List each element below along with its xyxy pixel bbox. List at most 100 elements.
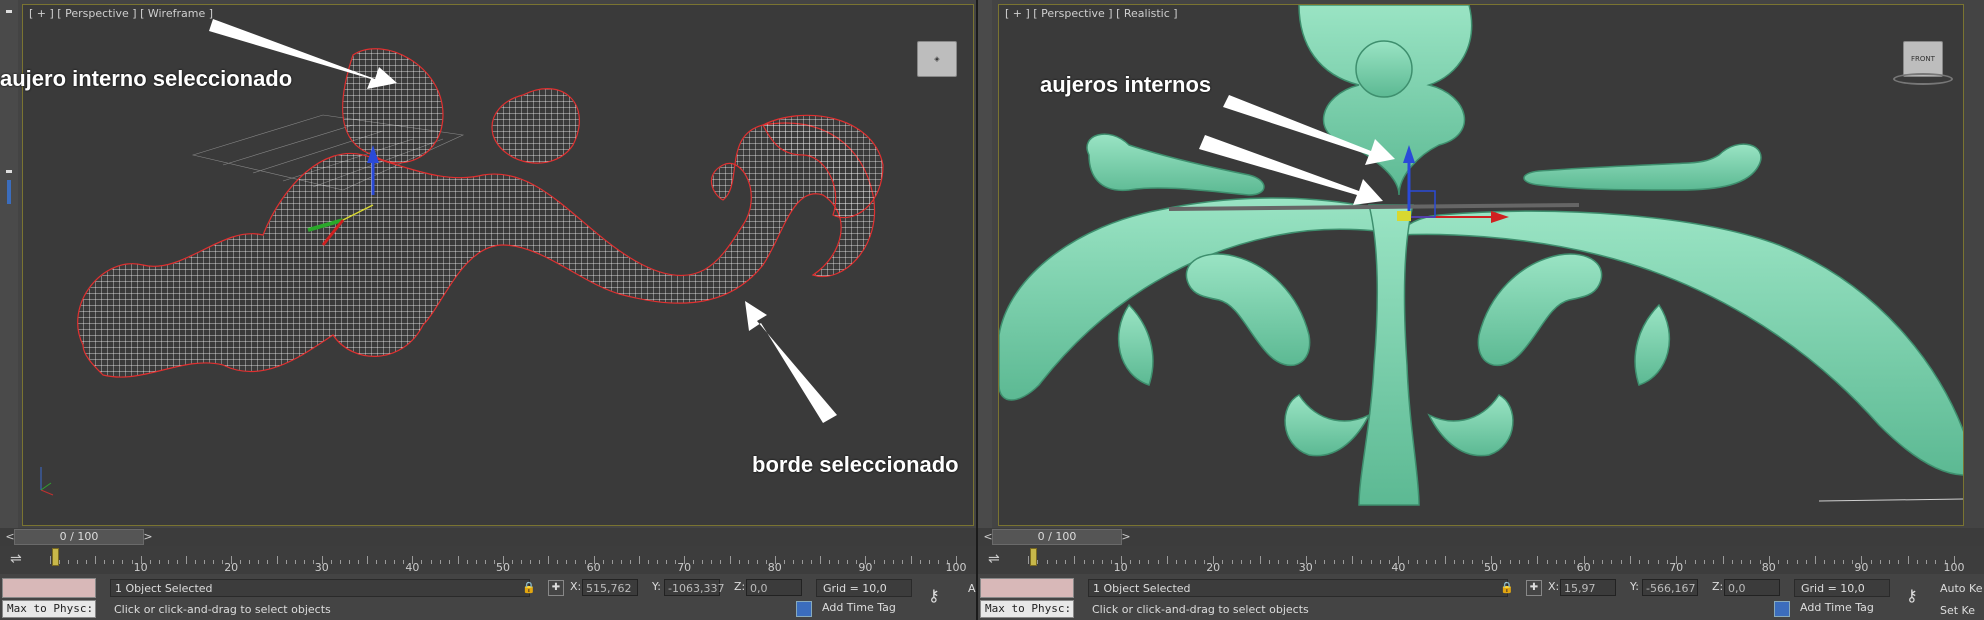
timeline-tick xyxy=(1074,556,1076,564)
timeline-tick xyxy=(765,560,767,564)
time-slider-thumb[interactable]: 0 / 100 xyxy=(14,529,144,545)
timeline-label: 50 xyxy=(496,561,510,574)
timeline-tick xyxy=(1435,560,1437,564)
time-cursor[interactable] xyxy=(52,548,59,566)
timeline-tick xyxy=(258,560,260,564)
timeline-tick xyxy=(811,560,813,564)
time-cursor[interactable] xyxy=(1030,548,1037,566)
coordinate-mode-icon[interactable]: ✚ xyxy=(1526,580,1542,596)
timeline-label: 100 xyxy=(945,561,967,574)
maxscript-listener-top[interactable] xyxy=(2,578,96,598)
timeline-label: 40 xyxy=(405,561,420,574)
timeline-tick xyxy=(1129,560,1131,564)
right-edge-toolbar xyxy=(978,0,992,530)
timeline[interactable]: ⇌ 10 20 30 40 50 60 70 80 90 100 xyxy=(0,546,976,574)
timeline-tick xyxy=(747,560,749,564)
set-key-button[interactable]: Set Ke xyxy=(1940,604,1975,617)
timeline-tick xyxy=(77,560,79,564)
timeline-tick xyxy=(1287,560,1289,564)
time-slider-thumb[interactable]: 0 / 100 xyxy=(992,529,1122,545)
time-slider[interactable]: < 0 / 100 > xyxy=(978,528,1984,546)
timeline-tick xyxy=(1898,560,1900,564)
y-coordinate-field[interactable]: -566,167 xyxy=(1642,579,1698,596)
timeline-label: 80 xyxy=(767,561,782,574)
timeline-tick xyxy=(1639,560,1641,564)
timeline-tick xyxy=(95,556,97,564)
y-coordinate-field[interactable]: -1063,337 xyxy=(664,579,724,596)
maxscript-listener[interactable]: Max to Physc: xyxy=(980,600,1074,618)
timeline-tick xyxy=(548,556,550,564)
timeline-tick xyxy=(1833,560,1835,564)
timeline-tick xyxy=(1694,560,1696,564)
prompt-line: Click or click-and-drag to select object… xyxy=(1092,603,1309,616)
timeline-tick xyxy=(1259,556,1261,564)
timeline-tick xyxy=(50,556,51,564)
time-slider[interactable]: < 0 / 100 > xyxy=(0,528,976,546)
grid-status: Grid = 10,0 xyxy=(816,579,912,597)
timeline-tick xyxy=(303,560,305,564)
key-icon[interactable]: ⚷ xyxy=(1906,586,1918,605)
lock-icon[interactable]: 🔒 xyxy=(522,581,536,594)
timeline-tick xyxy=(1713,560,1715,564)
timeline-tick xyxy=(484,560,486,564)
timeline-tick xyxy=(167,560,169,564)
x-coordinate-field[interactable]: 515,762 xyxy=(582,579,638,596)
timeline-tick xyxy=(1389,560,1391,564)
chevron-right-icon[interactable]: > xyxy=(140,528,156,546)
timeline-ruler[interactable]: 10 20 30 40 50 60 70 80 90 100 xyxy=(50,546,967,574)
timeline-tick xyxy=(756,560,758,564)
timeline-config-icon[interactable]: ⇌ xyxy=(10,551,30,569)
timeline-tick xyxy=(1046,560,1048,564)
selection-status: 1 Object Selected xyxy=(1088,579,1508,597)
add-time-tag[interactable]: Add Time Tag xyxy=(1800,601,1874,614)
timeline-tick xyxy=(131,560,133,564)
timeline-tick xyxy=(1148,560,1150,564)
timeline-config-icon[interactable]: ⇌ xyxy=(988,551,1008,569)
timeline-tick xyxy=(838,560,840,564)
timeline-tick xyxy=(693,560,695,564)
right-viewport-pane: [ + ] [ Perspective ] [ Realistic ] FRON… xyxy=(978,0,1984,620)
timeline-tick xyxy=(801,560,803,564)
timeline-tick xyxy=(59,560,61,564)
timeline-tick xyxy=(910,556,912,564)
timeline-label: 90 xyxy=(1854,561,1869,574)
timeline-tick xyxy=(448,560,450,564)
timeline-tick xyxy=(348,560,350,564)
timeline-tick xyxy=(620,560,622,564)
coordinate-mode-icon[interactable]: ✚ xyxy=(548,580,564,596)
timeline-tick xyxy=(521,560,523,564)
timeline-tick xyxy=(647,560,649,564)
maxscript-listener[interactable]: Max to Physc: xyxy=(2,600,96,618)
timeline-tick xyxy=(1231,560,1233,564)
time-tag-icon[interactable] xyxy=(1774,601,1790,617)
add-time-tag[interactable]: Add Time Tag xyxy=(822,601,896,614)
timeline-tick xyxy=(1379,560,1381,564)
x-coordinate-field[interactable]: 15,97 xyxy=(1560,579,1616,596)
annotation-bottom: borde seleccionado xyxy=(752,452,959,477)
timeline-tick xyxy=(901,560,903,564)
timeline-tick xyxy=(675,560,677,564)
timeline-tick xyxy=(1750,560,1752,564)
timeline-tick xyxy=(222,560,224,564)
lock-icon[interactable]: 🔒 xyxy=(1500,581,1514,594)
auto-key-button[interactable]: Auto Ke xyxy=(1940,582,1982,595)
timeline-tick xyxy=(584,560,586,564)
timeline-ruler[interactable]: 10 20 30 40 50 60 70 80 90 100 xyxy=(1028,546,1965,574)
z-coordinate-field[interactable]: 0,0 xyxy=(1724,579,1780,596)
timeline-tick xyxy=(512,560,514,564)
maxscript-listener-top[interactable] xyxy=(980,578,1074,598)
timeline-label: 20 xyxy=(1206,561,1221,574)
timeline-tick xyxy=(1528,560,1530,564)
key-icon[interactable]: ⚷ xyxy=(928,586,940,605)
timeline-tick xyxy=(1778,560,1780,564)
timeline-tick xyxy=(892,560,894,564)
timeline-tick xyxy=(575,560,577,564)
timeline-tick xyxy=(285,560,287,564)
timeline-tick xyxy=(1102,560,1104,564)
timeline[interactable]: ⇌ 10 20 30 40 50 60 70 80 90 100 xyxy=(978,546,1984,574)
time-tag-icon[interactable] xyxy=(796,601,812,617)
timeline-tick xyxy=(829,560,831,564)
chevron-right-icon[interactable]: > xyxy=(1118,528,1134,546)
z-coordinate-field[interactable]: 0,0 xyxy=(746,579,802,596)
timeline-tick xyxy=(1472,560,1474,564)
